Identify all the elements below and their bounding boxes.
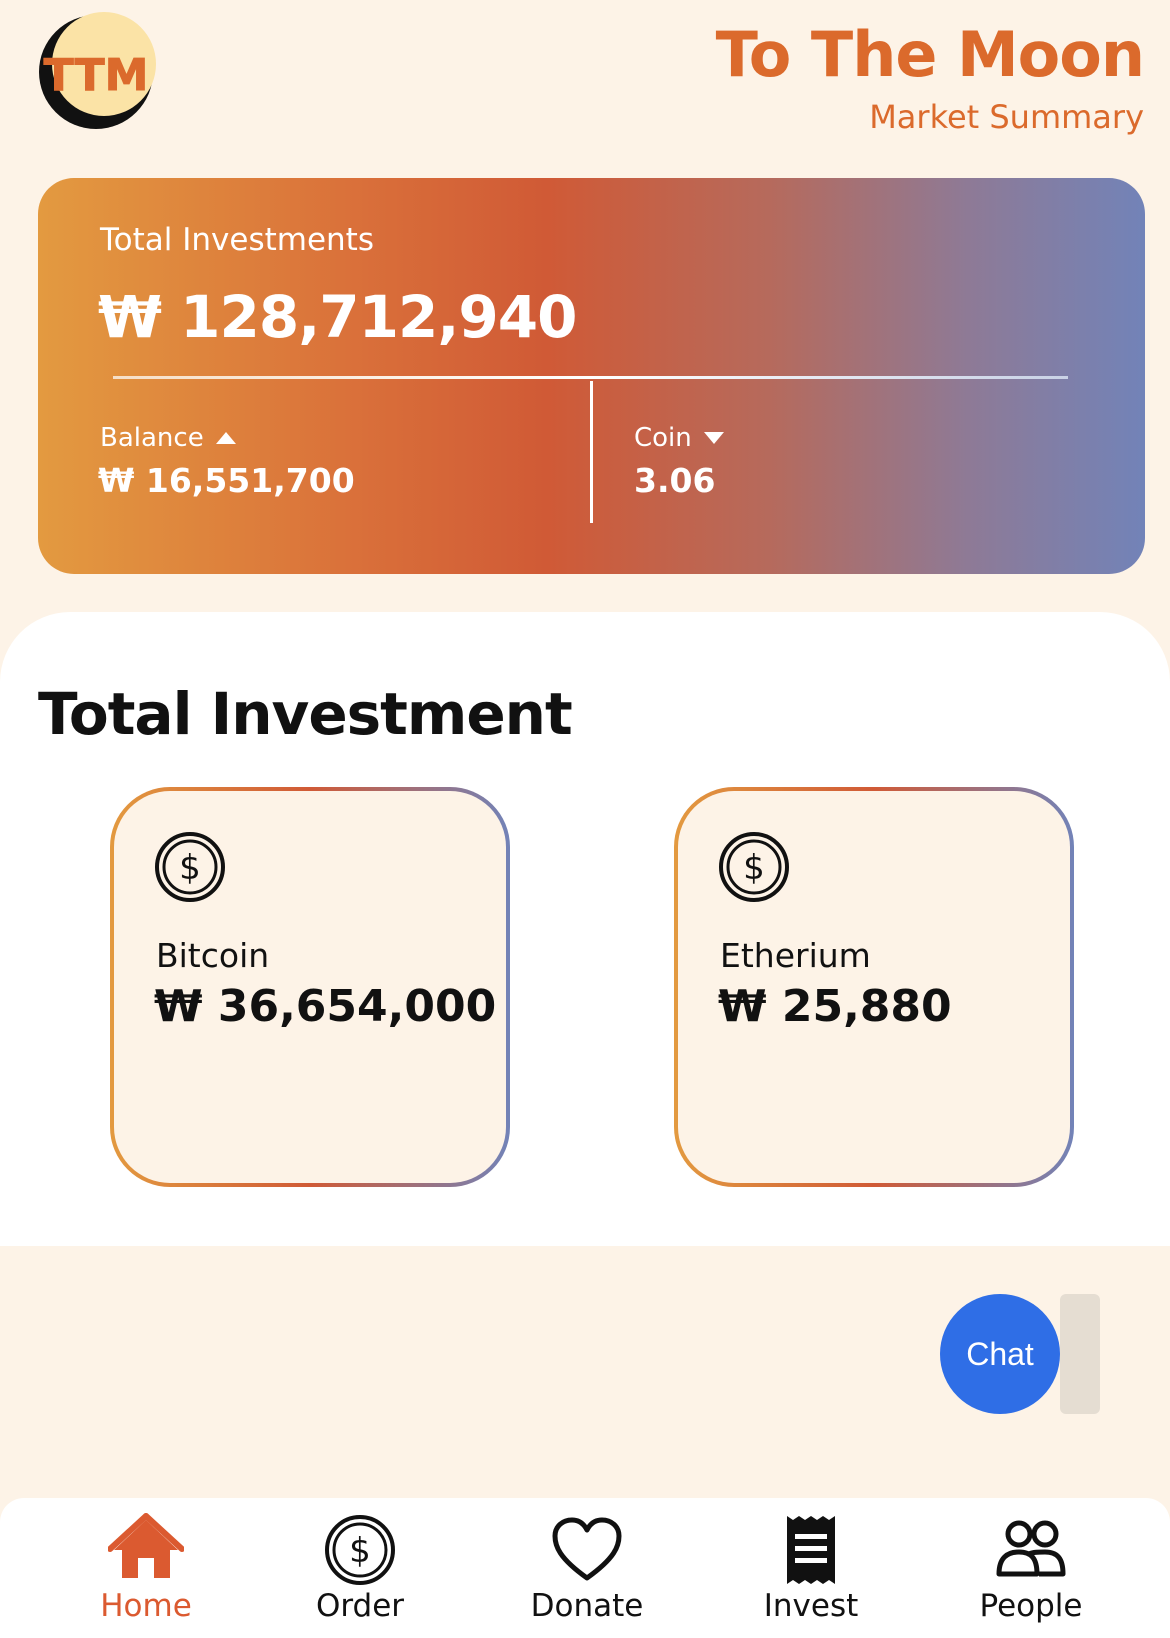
- total-investments-card: Total Investments ₩ 128,712,940 Balance …: [38, 178, 1145, 574]
- coin-label: Coin: [634, 423, 692, 453]
- arrow-down-icon: [703, 432, 724, 444]
- nav-label-order: Order: [315, 1588, 405, 1624]
- receipt-icon: [787, 1516, 835, 1584]
- svg-text:$: $: [349, 1531, 371, 1571]
- total-investment-section: Total Investment $ Bitcoin ₩ 36,654,000 …: [0, 612, 1170, 1246]
- balance-label-row: Balance: [100, 423, 236, 453]
- nav-label-donate: Donate: [530, 1588, 644, 1624]
- total-investments-label: Total Investments: [100, 222, 374, 258]
- nav-label-home: Home: [100, 1588, 192, 1624]
- chat-button[interactable]: Chat: [940, 1294, 1060, 1414]
- ttm-logo: TTM: [39, 12, 156, 129]
- nav-item-order[interactable]: $ Order: [270, 1512, 450, 1632]
- coin-value: 3.06: [634, 461, 716, 500]
- svg-text:$: $: [179, 848, 201, 888]
- balance-value: ₩ 16,551,700: [98, 461, 355, 500]
- coin-label-row: Coin: [634, 423, 724, 453]
- app-subtitle: Market Summary: [869, 98, 1144, 136]
- heart-icon: [552, 1517, 622, 1581]
- bottom-nav: Home $ Order Donate Invest People: [0, 1498, 1170, 1638]
- section-title: Total Investment: [38, 680, 573, 748]
- svg-text:TTM: TTM: [44, 50, 149, 101]
- home-icon: [108, 1513, 184, 1578]
- people-icon: [996, 1520, 1066, 1577]
- nav-label-invest: Invest: [763, 1588, 859, 1624]
- app-title: To The Moon: [715, 18, 1145, 91]
- coin-amount: ₩ 36,654,000: [154, 981, 497, 1032]
- dollar-coin-icon: $: [155, 832, 225, 902]
- summary-vertical-divider: [590, 381, 593, 523]
- nav-item-donate[interactable]: Donate: [497, 1512, 677, 1632]
- bitcoin-card[interactable]: $ Bitcoin ₩ 36,654,000: [110, 787, 510, 1187]
- coin-amount: ₩ 25,880: [718, 981, 952, 1032]
- coin-name: Etherium: [720, 936, 871, 975]
- coin-name: Bitcoin: [156, 936, 270, 975]
- dollar-coin-icon: $: [719, 832, 789, 902]
- nav-item-home[interactable]: Home: [56, 1512, 236, 1632]
- nav-item-invest[interactable]: Invest: [721, 1512, 901, 1632]
- app-screen: TTM To The Moon Market Summary Total Inv…: [0, 0, 1170, 1638]
- svg-text:$: $: [743, 848, 765, 888]
- summary-divider: [113, 376, 1068, 379]
- total-investments-value: ₩ 128,712,940: [98, 283, 577, 351]
- balance-label: Balance: [100, 423, 204, 453]
- nav-item-people[interactable]: People: [941, 1512, 1121, 1632]
- etherium-card[interactable]: $ Etherium ₩ 25,880: [674, 787, 1074, 1187]
- dollar-coin-icon: $: [325, 1515, 395, 1585]
- nav-label-people: People: [979, 1588, 1083, 1624]
- arrow-up-icon: [215, 432, 236, 444]
- chat-drag-handle[interactable]: [1060, 1294, 1100, 1414]
